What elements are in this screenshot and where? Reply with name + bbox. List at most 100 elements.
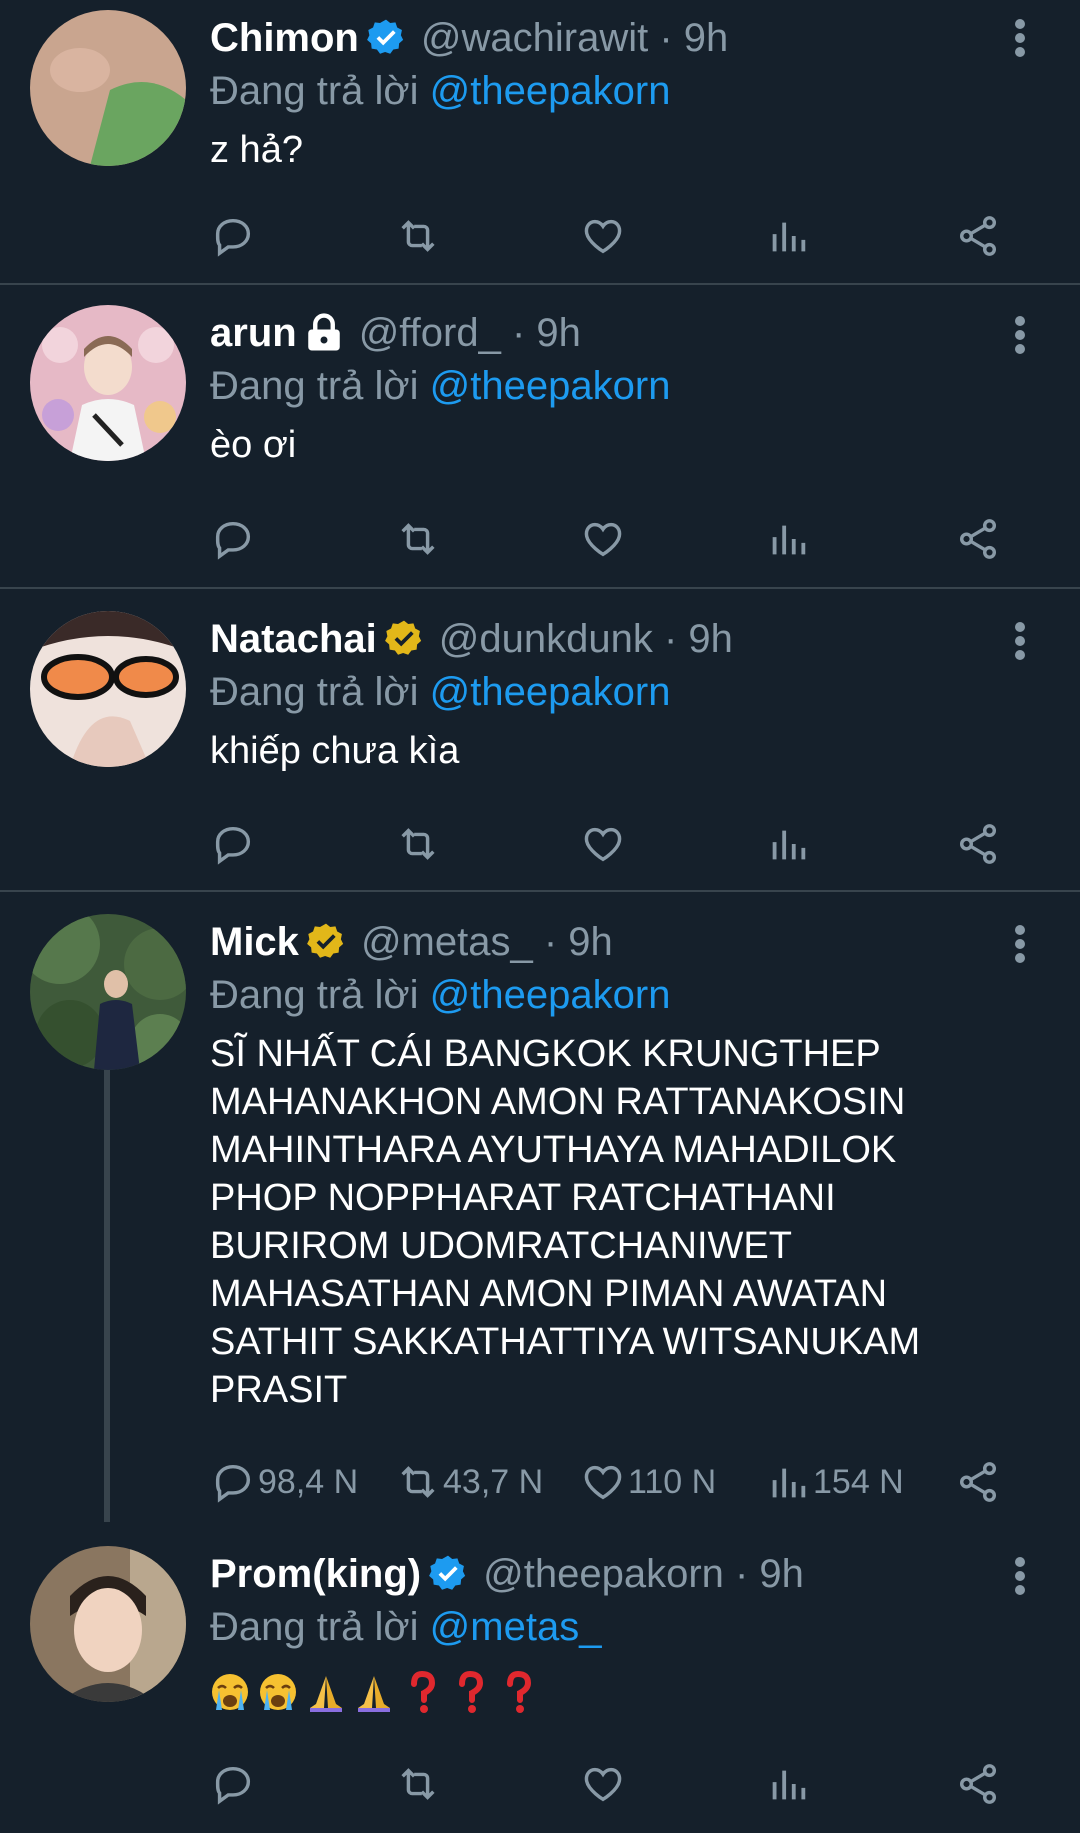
tweet-text-line: PRASIT (210, 1369, 348, 1411)
tweet-actions: 98,4 N 43,7 N 110 N 154 N (210, 1452, 1050, 1512)
avatar[interactable] (30, 305, 186, 461)
retweet-icon (401, 220, 435, 252)
display-name[interactable]: Mick (210, 914, 299, 970)
reply-button[interactable] (210, 206, 256, 266)
tweet-actions (210, 814, 1050, 874)
tweet-text: SĨ NHẤT CÁI BANGKOK KRUNGTHEP MAHANAKHON… (210, 1030, 990, 1414)
tweet-chimon[interactable]: Chimon @wachirawit · 9h Đang trả lời @th… (0, 0, 1080, 285)
views-icon (772, 1468, 806, 1498)
more-options-icon[interactable] (1014, 1556, 1026, 1596)
verified-badge-icon (384, 620, 421, 655)
tweet-natachai[interactable]: Natachai @dunkdunk · 9h Đang trả lời @th… (0, 589, 1080, 892)
share-button[interactable] (955, 814, 1001, 874)
views-button[interactable] (765, 206, 811, 266)
tweet-promking[interactable]: Prom(king) @theepakorn · 9h Đang trả lời… (0, 1522, 1080, 1833)
reply-count: 98,4 N (258, 1462, 359, 1501)
replying-label: Đang trả lời (210, 364, 419, 408)
crying-face-emoji-icon (212, 1673, 248, 1710)
share-button[interactable] (955, 206, 1001, 266)
verified-badge-icon (366, 19, 404, 54)
like-button[interactable] (580, 206, 626, 266)
tweet-actions (210, 509, 1050, 569)
user-handle[interactable]: @theepakorn · 9h (483, 1546, 804, 1602)
retweet-icon (401, 1466, 435, 1498)
retweet-button[interactable] (395, 509, 441, 569)
thread-line (104, 1070, 110, 1522)
reply-mention-link[interactable]: @metas_ (430, 1605, 602, 1649)
user-handle[interactable]: @wachirawit · 9h (421, 10, 728, 66)
share-button[interactable] (955, 1754, 1001, 1814)
display-name[interactable]: Chimon (210, 10, 359, 66)
retweet-icon (401, 828, 435, 860)
retweet-button[interactable] (395, 814, 441, 874)
like-button[interactable] (580, 509, 626, 569)
avatar[interactable] (30, 1546, 186, 1702)
share-icon (959, 824, 997, 864)
like-button[interactable] (580, 1754, 626, 1814)
like-button[interactable]: 110 N (580, 1452, 716, 1512)
reply-mention-link[interactable]: @theepakorn (430, 973, 671, 1017)
reply-mention-link[interactable]: @theepakorn (430, 69, 671, 113)
reply-button[interactable]: 98,4 N (210, 1452, 358, 1512)
tweet-text: 😭😭🙏🙏❓❓❓ (210, 1666, 990, 1720)
retweet-button[interactable]: 43,7 N (395, 1452, 543, 1512)
views-button[interactable] (765, 1754, 811, 1814)
verified-badge-icon (307, 923, 344, 958)
user-handle[interactable]: @dunkdunk · 9h (439, 611, 733, 667)
share-button[interactable] (955, 1452, 1001, 1512)
replying-to: Đang trả lời @theepakorn (210, 361, 990, 411)
tweet-text-line: MAHINTHARA AYUTHAYA MAHADILOK (210, 1129, 897, 1171)
reply-mention-link[interactable]: @theepakorn (430, 670, 671, 714)
more-options-icon[interactable] (1014, 315, 1026, 355)
reply-button[interactable] (210, 1754, 256, 1814)
reply-mention-link[interactable]: @theepakorn (430, 364, 671, 408)
views-button[interactable]: 154 N (765, 1452, 904, 1512)
tweet-actions (210, 1754, 1050, 1814)
retweet-button[interactable] (395, 206, 441, 266)
views-icon (772, 1770, 806, 1800)
retweet-button[interactable] (395, 1754, 441, 1814)
more-options-icon[interactable] (1014, 18, 1026, 58)
reply-icon (215, 521, 251, 560)
share-icon (959, 216, 997, 256)
avatar[interactable] (30, 914, 186, 1070)
question-mark-emoji-icon (507, 1670, 532, 1713)
more-options-icon[interactable] (1014, 924, 1026, 964)
heart-icon (584, 1465, 622, 1500)
retweet-icon (401, 1768, 435, 1800)
tweet-arun[interactable]: arun @fford_ · 9h Đang trả lời @theepako… (0, 285, 1080, 589)
avatar[interactable] (30, 10, 186, 166)
reply-icon (215, 1766, 251, 1805)
reply-button[interactable] (210, 814, 256, 874)
display-name[interactable]: Natachai (210, 611, 377, 667)
crying-face-emoji-icon (260, 1673, 296, 1710)
lock-icon (307, 313, 340, 351)
retweet-count: 43,7 N (443, 1462, 544, 1501)
display-name[interactable]: Prom(king) (210, 1546, 421, 1602)
share-button[interactable] (955, 509, 1001, 569)
more-options-icon[interactable] (1014, 621, 1026, 661)
replying-label: Đang trả lời (210, 69, 419, 113)
tweet-mick[interactable]: Mick @metas_ · 9h Đang trả lời @theepako… (0, 892, 1080, 1522)
views-button[interactable] (765, 509, 811, 569)
question-mark-emoji-icon (411, 1670, 436, 1713)
replying-label: Đang trả lời (210, 670, 419, 714)
heart-icon (584, 219, 622, 254)
replying-label: Đang trả lời (210, 973, 419, 1017)
share-icon (959, 519, 997, 559)
avatar[interactable] (30, 611, 186, 767)
user-handle[interactable]: @fford_ · 9h (359, 305, 581, 361)
reply-button[interactable] (210, 509, 256, 569)
user-handle[interactable]: @metas_ · 9h (361, 914, 613, 970)
heart-icon (584, 827, 622, 862)
tweet-text-line: SĨ NHẤT CÁI BANGKOK KRUNGTHEP (210, 1033, 881, 1075)
views-button[interactable] (765, 814, 811, 874)
tweet-header: Mick @metas_ · 9h (210, 914, 990, 970)
replying-label: Đang trả lời (210, 1605, 419, 1649)
tweet-text: èo ơi (210, 424, 297, 466)
heart-icon (584, 522, 622, 557)
share-icon (959, 1764, 997, 1804)
tweet-text: z hả? (210, 129, 303, 171)
like-button[interactable] (580, 814, 626, 874)
display-name[interactable]: arun (210, 305, 297, 361)
